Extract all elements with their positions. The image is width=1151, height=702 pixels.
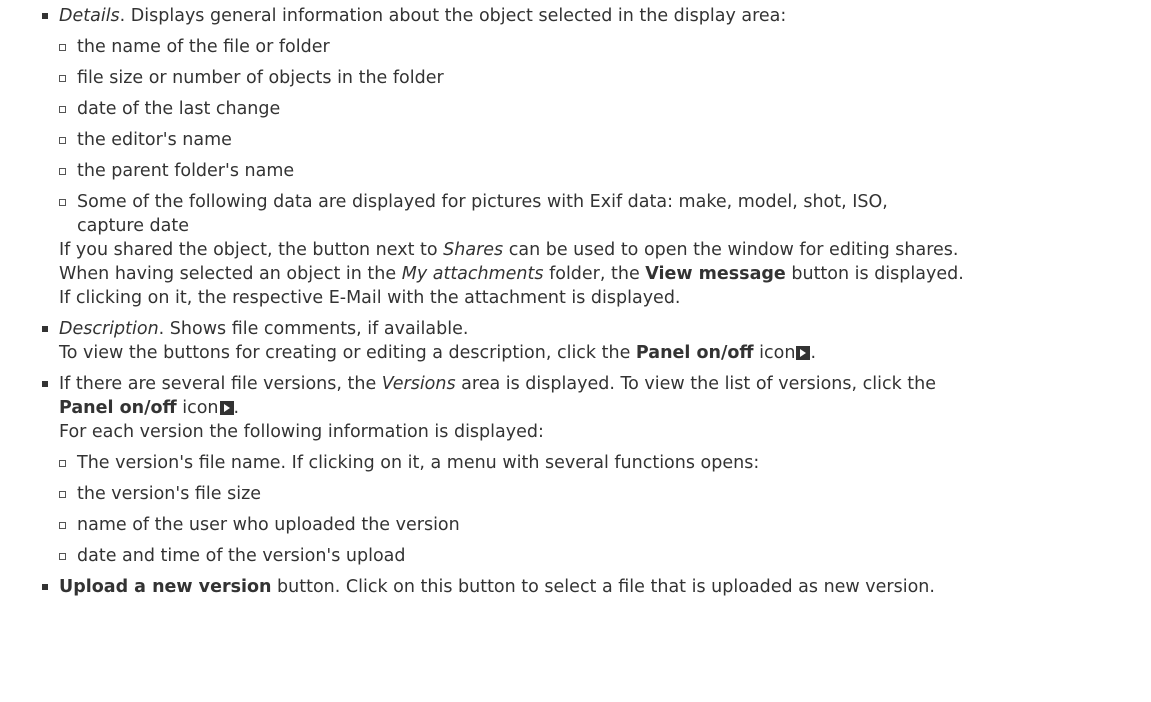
description-line: Description. Shows file comments, if ava… [59, 317, 468, 341]
versions-icon-label: icon [176, 398, 219, 418]
details-text: . Displays general information about the… [119, 6, 787, 26]
details-line: Details. Displays general information ab… [59, 4, 786, 28]
upload-text: button. Click on this button to select a… [271, 577, 935, 597]
description-line-2: To view the buttons for creating or edit… [59, 341, 816, 365]
view-message-label: View message [645, 264, 786, 284]
sub-bullet-marker [59, 106, 66, 113]
details-sub-item-cont: capture date [77, 216, 190, 236]
versions-line-2: Panel on/off icon. [59, 396, 239, 420]
versions-period: . [233, 398, 240, 418]
versions-sub-item: date and time of the version's upload [77, 546, 406, 566]
versions-sub-item: the version's file size [77, 484, 262, 504]
description-icon-label: icon [753, 343, 796, 363]
panel-toggle-icon [796, 346, 811, 360]
versions-sub-item: The version's file name. If clicking on … [77, 453, 760, 473]
sub-bullet-marker [59, 75, 66, 82]
versions-text-2: area is displayed. To view the list of v… [455, 374, 936, 394]
document: Details. Displays general information ab… [0, 0, 1151, 702]
panel-toggle-label: Panel on/off [59, 398, 177, 418]
details-sub-item: the name of the file or folder [77, 37, 330, 57]
attachments-text-2: folder, the [543, 264, 646, 284]
shares-label: Shares [443, 240, 504, 260]
attachments-line: When having selected an object in the My… [59, 262, 964, 286]
attachments-line-2: If clicking on it, the respective E-Mail… [59, 288, 681, 308]
sub-bullet-marker [59, 44, 66, 51]
sub-bullet-marker [59, 553, 66, 560]
upload-label: Upload a new version [59, 577, 272, 597]
attachments-label: My attachments [401, 264, 544, 284]
description-text-2: To view the buttons for creating or edit… [59, 343, 636, 363]
shares-text-1: If you shared the object, the button nex… [59, 240, 444, 260]
shares-line: If you shared the object, the button nex… [59, 238, 958, 262]
versions-sub-item: name of the user who uploaded the versio… [77, 515, 460, 535]
details-sub-item: file size or number of objects in the fo… [77, 68, 444, 88]
details-sub-item: date of the last change [77, 99, 281, 119]
versions-line: If there are several file versions, the … [59, 372, 936, 396]
description-label: Description [59, 319, 159, 339]
bullet-marker [42, 381, 48, 387]
versions-text-1: If there are several file versions, the [59, 374, 382, 394]
details-label: Details [59, 6, 120, 26]
sub-bullet-marker [59, 460, 66, 467]
panel-toggle-label: Panel on/off [635, 343, 754, 363]
details-sub-item: the parent folder's name [77, 161, 295, 181]
sub-bullet-marker [59, 137, 66, 144]
description-text: . Shows file comments, if available. [158, 319, 469, 339]
versions-line-3: For each version the following informati… [59, 422, 544, 442]
sub-bullet-marker [59, 522, 66, 529]
details-sub-item: the editor's name [77, 130, 232, 150]
shares-text-2: can be used to open the window for editi… [503, 240, 959, 260]
description-period: . [810, 343, 817, 363]
sub-bullet-marker [59, 491, 66, 498]
versions-label: Versions [381, 374, 456, 394]
details-sub-item: Some of the following data are displayed… [77, 192, 888, 212]
sub-bullet-marker [59, 199, 66, 206]
bullet-marker [42, 584, 48, 590]
bullet-marker [42, 13, 48, 19]
attachments-text-1: When having selected an object in the [59, 264, 402, 284]
attachments-text-3: button is displayed. [785, 264, 964, 284]
panel-toggle-icon [219, 401, 234, 415]
sub-bullet-marker [59, 168, 66, 175]
upload-line: Upload a new version button. Click on th… [59, 575, 935, 599]
bullet-marker [42, 326, 48, 332]
